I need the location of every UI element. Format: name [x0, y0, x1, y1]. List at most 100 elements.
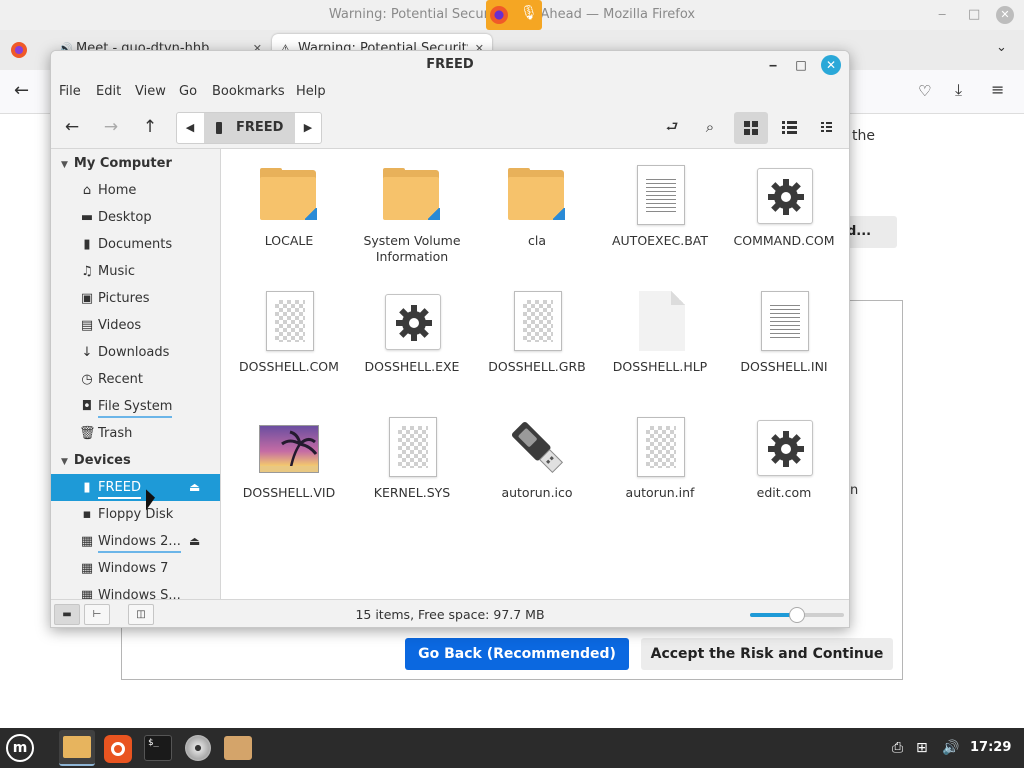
sidebar-item-downloads[interactable]: ↓ Downloads: [51, 339, 220, 366]
file-item[interactable]: DOSSHELL.VID: [227, 417, 351, 501]
maximize-icon[interactable]: □: [791, 55, 811, 75]
file-item[interactable]: LOCALE: [227, 165, 351, 249]
sidebar-item-trash[interactable]: 🗑 Trash: [51, 420, 220, 447]
eject-icon[interactable]: ⏏: [189, 528, 200, 555]
minimize-icon[interactable]: ‒: [763, 55, 783, 75]
clipboard-icon[interactable]: ⎙: [892, 728, 903, 768]
file-item[interactable]: AUTOEXEC.BAT: [598, 165, 722, 249]
sidebar-item-label: File System: [98, 398, 173, 418]
sidebar-item-label: Desktop: [98, 210, 152, 225]
path-crumb-freed[interactable]: FREED: [204, 113, 295, 143]
file-item[interactable]: COMMAND.COM: [722, 165, 846, 249]
accept-risk-button[interactable]: Accept the Risk and Continue: [641, 638, 893, 670]
volume-icon[interactable]: 🔊: [942, 728, 959, 768]
file-item[interactable]: DOSSHELL.COM: [227, 291, 351, 375]
sidebar-item-recent[interactable]: ◷ Recent: [51, 366, 220, 393]
toolbar: ← → ↑ ◀ FREED ▶ ⮐ ⌕: [51, 105, 849, 149]
file-item[interactable]: DOSSHELL.INI: [722, 291, 846, 375]
menu-go[interactable]: Go: [179, 84, 197, 99]
folder-icon: [507, 165, 567, 227]
image-thumbnail-icon: [259, 417, 319, 479]
compact-view-icon[interactable]: [814, 114, 840, 140]
minimize-icon[interactable]: ‒: [938, 0, 946, 30]
file-item[interactable]: cla: [475, 165, 599, 249]
download-icon[interactable]: ⤓: [955, 80, 962, 100]
menu-bookmarks[interactable]: Bookmarks: [212, 84, 285, 99]
taskbar-archive[interactable]: [220, 730, 256, 766]
tab-list-icon[interactable]: ⌄: [996, 40, 1007, 55]
advanced-button[interactable]: d...: [845, 216, 897, 248]
warning-text-fragment: the: [852, 128, 875, 144]
search-icon[interactable]: ⌕: [697, 114, 723, 140]
zoom-slider[interactable]: [750, 607, 844, 623]
sidebar-item-music[interactable]: ♫ Music: [51, 258, 220, 285]
mint-menu-icon[interactable]: m: [6, 734, 34, 762]
go-back-button[interactable]: Go Back (Recommended): [405, 638, 629, 670]
up-arrow-icon[interactable]: ↑: [137, 114, 163, 140]
back-arrow-icon[interactable]: ←: [14, 80, 29, 101]
taskbar-files[interactable]: [59, 730, 95, 766]
file-label: COMMAND.COM: [733, 233, 835, 248]
icon-view-button[interactable]: [734, 112, 768, 144]
sidebar-item-label: Floppy Disk: [98, 507, 174, 522]
file-item[interactable]: DOSSHELL.EXE: [350, 291, 474, 375]
sidebar-device-windows-s[interactable]: ▦ Windows S...: [51, 582, 220, 599]
file-item[interactable]: autorun.inf: [598, 417, 722, 501]
file-item[interactable]: DOSSHELL.GRB: [475, 291, 599, 375]
forward-arrow-icon[interactable]: →: [98, 114, 124, 140]
clock[interactable]: 17:29: [970, 728, 1011, 768]
sidebar-device-windows-7[interactable]: ▦ Windows 7: [51, 555, 220, 582]
path-scroll-right-icon[interactable]: ▶: [295, 113, 321, 143]
file-label: autorun.inf: [625, 485, 695, 500]
file-item[interactable]: DOSSHELL.HLP: [598, 291, 722, 375]
pocket-icon[interactable]: ♡: [918, 82, 931, 100]
taskbar-firefox[interactable]: [100, 730, 136, 766]
taskbar-disc[interactable]: [180, 730, 216, 766]
menu-file[interactable]: File: [59, 84, 81, 99]
grid-icon: [744, 121, 758, 135]
executable-gear-icon: [754, 165, 814, 227]
file-item[interactable]: autorun.ico: [475, 417, 599, 501]
zoom-slider-handle[interactable]: [789, 607, 805, 623]
path-scroll-left-icon[interactable]: ◀: [177, 113, 203, 143]
home-icon: ⌂: [82, 183, 92, 198]
close-icon[interactable]: ✕: [821, 55, 841, 75]
eject-icon[interactable]: ⏏: [189, 474, 200, 501]
hamburger-menu-icon[interactable]: ≡: [991, 80, 1004, 99]
sidebar-item-home[interactable]: ⌂ Home: [51, 177, 220, 204]
filesystem-icon: ◘: [81, 399, 93, 414]
sidebar-item-desktop[interactable]: ▬ Desktop: [51, 204, 220, 231]
sidebar-item-pictures[interactable]: ▣ Pictures: [51, 285, 220, 312]
sidebar-device-floppy[interactable]: ▪ Floppy Disk: [51, 501, 220, 528]
sidebar-item-videos[interactable]: ▤ Videos: [51, 312, 220, 339]
list-view-icon[interactable]: [776, 114, 802, 140]
taskbar-terminal[interactable]: $_: [140, 730, 176, 766]
file-item[interactable]: edit.com: [722, 417, 846, 501]
sidebar-item-label: Music: [98, 264, 135, 279]
file-label: cla: [527, 233, 546, 248]
maximize-icon[interactable]: □: [968, 0, 980, 30]
network-icon[interactable]: ⊞: [916, 728, 928, 768]
sidebar-item-documents[interactable]: ▮ Documents: [51, 231, 220, 258]
back-arrow-icon[interactable]: ←: [59, 114, 85, 140]
sidebar-item-label: Windows 7: [98, 561, 169, 576]
menu-edit[interactable]: Edit: [96, 84, 121, 99]
sidebar-device-windows-2[interactable]: ▦ Windows 2... ⏏: [51, 528, 220, 555]
sidebar-item-file-system[interactable]: ◘ File System: [51, 393, 220, 420]
firefox-menu-icon[interactable]: [11, 42, 27, 58]
sidebar-device-freed[interactable]: ▮ FREED ⏏: [51, 474, 220, 501]
menu-view[interactable]: View: [135, 84, 166, 99]
sidebar-section-devices[interactable]: ▼ Devices: [61, 453, 131, 468]
close-icon[interactable]: ✕: [996, 6, 1014, 24]
screen-share-indicator[interactable]: 🎙: [486, 0, 542, 30]
file-item[interactable]: System Volume Information: [350, 165, 474, 265]
file-item[interactable]: KERNEL.SYS: [350, 417, 474, 501]
binary-file-icon: [630, 417, 690, 479]
file-manager-titlebar[interactable]: FREED ‒ □ ✕: [51, 51, 849, 79]
sidebar-item-label: Documents: [98, 237, 173, 252]
toggle-location-icon[interactable]: ⮐: [659, 114, 685, 140]
sidebar-section-my-computer[interactable]: ▼ My Computer: [61, 156, 172, 171]
menu-help[interactable]: Help: [296, 84, 326, 99]
executable-gear-icon: [382, 291, 442, 353]
sidebar-item-label: Home: [98, 183, 137, 198]
